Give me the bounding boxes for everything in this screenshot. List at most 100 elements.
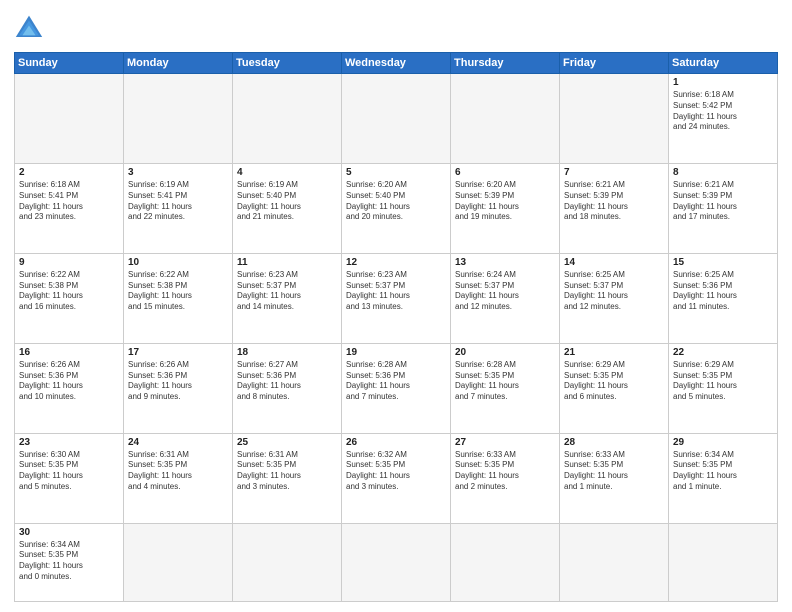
page: SundayMondayTuesdayWednesdayThursdayFrid… — [0, 0, 792, 612]
calendar-cell: 9Sunrise: 6:22 AM Sunset: 5:38 PM Daylig… — [15, 253, 124, 343]
day-info: Sunrise: 6:34 AM Sunset: 5:35 PM Dayligh… — [19, 540, 119, 583]
day-number: 11 — [237, 257, 337, 268]
day-info: Sunrise: 6:19 AM Sunset: 5:40 PM Dayligh… — [237, 180, 337, 223]
day-number: 14 — [564, 257, 664, 268]
week-row-4: 23Sunrise: 6:30 AM Sunset: 5:35 PM Dayli… — [15, 433, 778, 523]
day-number: 10 — [128, 257, 228, 268]
day-info: Sunrise: 6:25 AM Sunset: 5:36 PM Dayligh… — [673, 270, 773, 313]
calendar-cell — [124, 74, 233, 164]
calendar-cell: 19 Sunrise: 6:28 AM Sunset: 5:36 PM Dayli… — [342, 343, 451, 433]
day-info: Sunrise: 6:34 AM Sunset: 5:35 PM Dayligh… — [673, 450, 773, 493]
logo — [14, 14, 48, 42]
week-row-5: 30 Sunrise: 6:34 AM Sunset: 5:35 PM Dayli… — [15, 523, 778, 601]
weekday-header-friday: Friday — [560, 53, 669, 74]
calendar-cell: 16 Sunrise: 6:26 AM Sunset: 5:36 PM Dayli… — [15, 343, 124, 433]
day-number: 8 — [673, 167, 773, 178]
calendar-cell: 18 Sunrise: 6:27 AM Sunset: 5:36 PM Dayli… — [233, 343, 342, 433]
day-info: Sunrise: 6:23 AM Sunset: 5:37 PM Dayligh… — [237, 270, 337, 313]
day-number: 29 — [673, 437, 773, 448]
calendar-cell — [15, 74, 124, 164]
day-info: Sunrise: 6:26 AM Sunset: 5:36 PM Dayligh… — [19, 360, 119, 403]
day-info: Sunrise: 6:22 AM Sunset: 5:38 PM Dayligh… — [128, 270, 228, 313]
day-info: Sunrise: 6:24 AM Sunset: 5:37 PM Dayligh… — [455, 270, 555, 313]
weekday-header-sunday: Sunday — [15, 53, 124, 74]
day-info: Sunrise: 6:18 AM Sunset: 5:42 PM Dayligh… — [673, 90, 773, 133]
week-row-3: 16 Sunrise: 6:26 AM Sunset: 5:36 PM Dayli… — [15, 343, 778, 433]
day-info: Sunrise: 6:32 AM Sunset: 5:35 PM Dayligh… — [346, 450, 446, 493]
day-number: 3 — [128, 167, 228, 178]
calendar: SundayMondayTuesdayWednesdayThursdayFrid… — [14, 52, 778, 602]
calendar-cell: 17Sunrise: 6:26 AM Sunset: 5:36 PM Dayli… — [124, 343, 233, 433]
calendar-cell — [560, 74, 669, 164]
day-number: 16 — [19, 347, 119, 358]
day-number: 22 — [673, 347, 773, 358]
calendar-cell — [124, 523, 233, 601]
calendar-cell — [451, 74, 560, 164]
weekday-header-row: SundayMondayTuesdayWednesdayThursdayFrid… — [15, 53, 778, 74]
day-info: Sunrise: 6:20 AM Sunset: 5:40 PM Dayligh… — [346, 180, 446, 223]
calendar-cell: 12Sunrise: 6:23 AM Sunset: 5:37 PM Dayli… — [342, 253, 451, 343]
day-info: Sunrise: 6:22 AM Sunset: 5:38 PM Dayligh… — [19, 270, 119, 313]
day-number: 15 — [673, 257, 773, 268]
day-number: 20 — [455, 347, 555, 358]
header — [14, 14, 778, 42]
day-number: 18 — [237, 347, 337, 358]
calendar-cell — [451, 523, 560, 601]
day-number: 2 — [19, 167, 119, 178]
day-info: Sunrise: 6:20 AM Sunset: 5:39 PM Dayligh… — [455, 180, 555, 223]
calendar-cell: 1 Sunrise: 6:18 AM Sunset: 5:42 PM Daylig… — [669, 74, 778, 164]
day-number: 17 — [128, 347, 228, 358]
day-number: 23 — [19, 437, 119, 448]
calendar-cell — [233, 74, 342, 164]
weekday-header-thursday: Thursday — [451, 53, 560, 74]
calendar-cell: 28Sunrise: 6:33 AM Sunset: 5:35 PM Dayli… — [560, 433, 669, 523]
calendar-cell: 10 Sunrise: 6:22 AM Sunset: 5:38 PM Dayli… — [124, 253, 233, 343]
weekday-header-tuesday: Tuesday — [233, 53, 342, 74]
calendar-cell — [233, 523, 342, 601]
calendar-cell: 7 Sunrise: 6:21 AM Sunset: 5:39 PM Daylig… — [560, 163, 669, 253]
day-number: 28 — [564, 437, 664, 448]
calendar-cell: 27Sunrise: 6:33 AM Sunset: 5:35 PM Dayli… — [451, 433, 560, 523]
calendar-cell: 14 Sunrise: 6:25 AM Sunset: 5:37 PM Dayli… — [560, 253, 669, 343]
calendar-cell — [560, 523, 669, 601]
day-number: 19 — [346, 347, 446, 358]
calendar-cell — [342, 523, 451, 601]
calendar-cell — [342, 74, 451, 164]
day-info: Sunrise: 6:18 AM Sunset: 5:41 PM Dayligh… — [19, 180, 119, 223]
day-info: Sunrise: 6:21 AM Sunset: 5:39 PM Dayligh… — [673, 180, 773, 223]
day-info: Sunrise: 6:29 AM Sunset: 5:35 PM Dayligh… — [564, 360, 664, 403]
calendar-cell: 11 Sunrise: 6:23 AM Sunset: 5:37 PM Dayli… — [233, 253, 342, 343]
logo-icon — [14, 14, 44, 42]
day-number: 27 — [455, 437, 555, 448]
weekday-header-monday: Monday — [124, 53, 233, 74]
day-info: Sunrise: 6:27 AM Sunset: 5:36 PM Dayligh… — [237, 360, 337, 403]
calendar-cell: 22 Sunrise: 6:29 AM Sunset: 5:35 PM Dayli… — [669, 343, 778, 433]
day-info: Sunrise: 6:25 AM Sunset: 5:37 PM Dayligh… — [564, 270, 664, 313]
calendar-cell: 21 Sunrise: 6:29 AM Sunset: 5:35 PM Dayli… — [560, 343, 669, 433]
day-number: 25 — [237, 437, 337, 448]
calendar-cell: 4Sunrise: 6:19 AM Sunset: 5:40 PM Daylig… — [233, 163, 342, 253]
calendar-cell: 23Sunrise: 6:30 AM Sunset: 5:35 PM Dayli… — [15, 433, 124, 523]
calendar-cell: 3 Sunrise: 6:19 AM Sunset: 5:41 PM Daylig… — [124, 163, 233, 253]
day-number: 30 — [19, 527, 119, 538]
weekday-header-saturday: Saturday — [669, 53, 778, 74]
week-row-1: 2 Sunrise: 6:18 AM Sunset: 5:41 PM Daylig… — [15, 163, 778, 253]
calendar-cell: 30 Sunrise: 6:34 AM Sunset: 5:35 PM Dayli… — [15, 523, 124, 601]
calendar-cell: 13Sunrise: 6:24 AM Sunset: 5:37 PM Dayli… — [451, 253, 560, 343]
day-info: Sunrise: 6:28 AM Sunset: 5:36 PM Dayligh… — [346, 360, 446, 403]
day-number: 21 — [564, 347, 664, 358]
day-info: Sunrise: 6:23 AM Sunset: 5:37 PM Dayligh… — [346, 270, 446, 313]
calendar-cell: 20Sunrise: 6:28 AM Sunset: 5:35 PM Dayli… — [451, 343, 560, 433]
day-info: Sunrise: 6:29 AM Sunset: 5:35 PM Dayligh… — [673, 360, 773, 403]
calendar-cell: 2 Sunrise: 6:18 AM Sunset: 5:41 PM Daylig… — [15, 163, 124, 253]
day-info: Sunrise: 6:19 AM Sunset: 5:41 PM Dayligh… — [128, 180, 228, 223]
day-number: 5 — [346, 167, 446, 178]
day-info: Sunrise: 6:21 AM Sunset: 5:39 PM Dayligh… — [564, 180, 664, 223]
calendar-cell — [669, 523, 778, 601]
day-number: 7 — [564, 167, 664, 178]
calendar-cell: 29 Sunrise: 6:34 AM Sunset: 5:35 PM Dayli… — [669, 433, 778, 523]
calendar-cell: 5 Sunrise: 6:20 AM Sunset: 5:40 PM Daylig… — [342, 163, 451, 253]
day-number: 1 — [673, 77, 773, 88]
calendar-cell: 26Sunrise: 6:32 AM Sunset: 5:35 PM Dayli… — [342, 433, 451, 523]
calendar-cell: 24Sunrise: 6:31 AM Sunset: 5:35 PM Dayli… — [124, 433, 233, 523]
